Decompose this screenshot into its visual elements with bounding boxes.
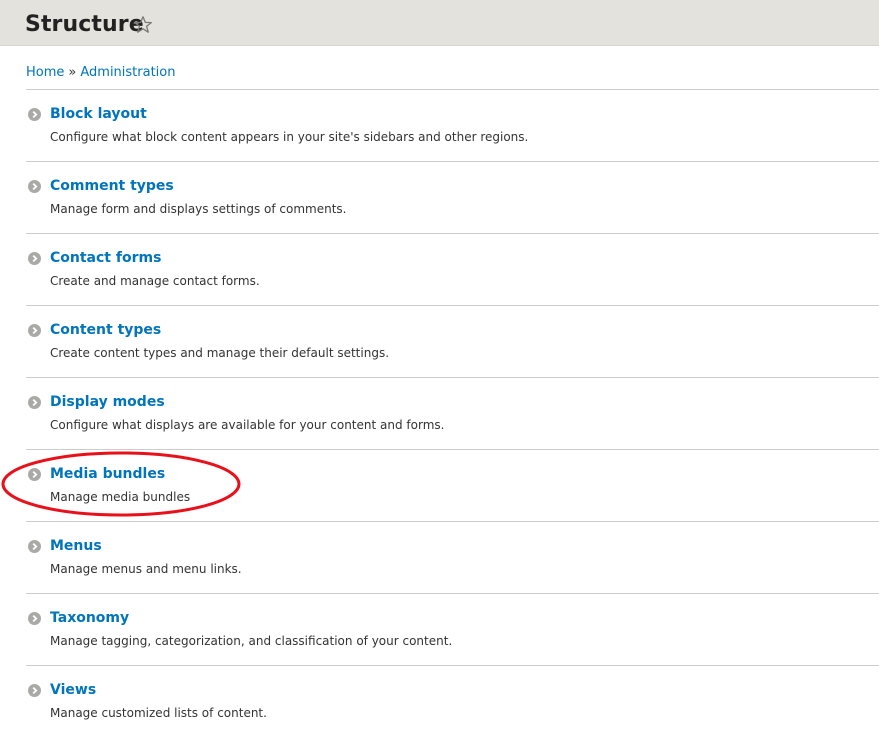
- comment-types-link[interactable]: Comment types: [50, 177, 174, 195]
- circle-arrow-right-icon: [28, 252, 41, 265]
- circle-arrow-right-icon: [28, 108, 41, 121]
- list-item-block-layout: Block layout Configure what block conten…: [26, 89, 879, 161]
- circle-arrow-right-icon: [28, 684, 41, 697]
- list-item-media-bundles: Media bundles Manage media bundles: [26, 449, 879, 521]
- content-types-link[interactable]: Content types: [50, 321, 161, 339]
- list-item-display-modes: Display modes Configure what displays ar…: [26, 377, 879, 449]
- circle-arrow-right-icon: [28, 396, 41, 409]
- circle-arrow-right-icon: [28, 540, 41, 553]
- item-description: Configure what displays are available fo…: [50, 418, 445, 432]
- list-item-comment-types: Comment types Manage form and displays s…: [26, 161, 879, 233]
- admin-list: Block layout Configure what block conten…: [26, 89, 879, 737]
- star-outline-icon[interactable]: [133, 15, 153, 35]
- breadcrumb-administration-link[interactable]: Administration: [80, 65, 175, 80]
- list-item-contact-forms: Contact forms Create and manage contact …: [26, 233, 879, 305]
- block-layout-link[interactable]: Block layout: [50, 105, 147, 123]
- circle-arrow-right-icon: [28, 180, 41, 193]
- list-item-content-types: Content types Create content types and m…: [26, 305, 879, 377]
- display-modes-link[interactable]: Display modes: [50, 393, 165, 411]
- item-description: Configure what block content appears in …: [50, 130, 529, 144]
- list-item-menus: Menus Manage menus and menu links.: [26, 521, 879, 593]
- taxonomy-link[interactable]: Taxonomy: [50, 609, 129, 627]
- menus-link[interactable]: Menus: [50, 537, 102, 555]
- item-description: Create and manage contact forms.: [50, 274, 260, 288]
- breadcrumb: Home » Administration: [26, 64, 176, 81]
- item-description: Manage media bundles: [50, 490, 191, 504]
- item-description: Manage tagging, categorization, and clas…: [50, 634, 453, 648]
- page-title: Structure: [25, 12, 144, 37]
- views-link[interactable]: Views: [50, 681, 96, 699]
- circle-arrow-right-icon: [28, 468, 41, 481]
- breadcrumb-separator: »: [68, 65, 77, 80]
- list-item-views: Views Manage customized lists of content…: [26, 665, 879, 737]
- list-item-taxonomy: Taxonomy Manage tagging, categorization,…: [26, 593, 879, 665]
- page-header: Structure: [0, 0, 879, 46]
- item-description: Manage customized lists of content.: [50, 706, 267, 720]
- item-description: Create content types and manage their de…: [50, 346, 390, 360]
- item-description: Manage form and displays settings of com…: [50, 202, 347, 216]
- circle-arrow-right-icon: [28, 612, 41, 625]
- item-description: Manage menus and menu links.: [50, 562, 242, 576]
- circle-arrow-right-icon: [28, 324, 41, 337]
- breadcrumb-home-link[interactable]: Home: [26, 65, 64, 80]
- contact-forms-link[interactable]: Contact forms: [50, 249, 161, 267]
- media-bundles-link[interactable]: Media bundles: [50, 465, 165, 483]
